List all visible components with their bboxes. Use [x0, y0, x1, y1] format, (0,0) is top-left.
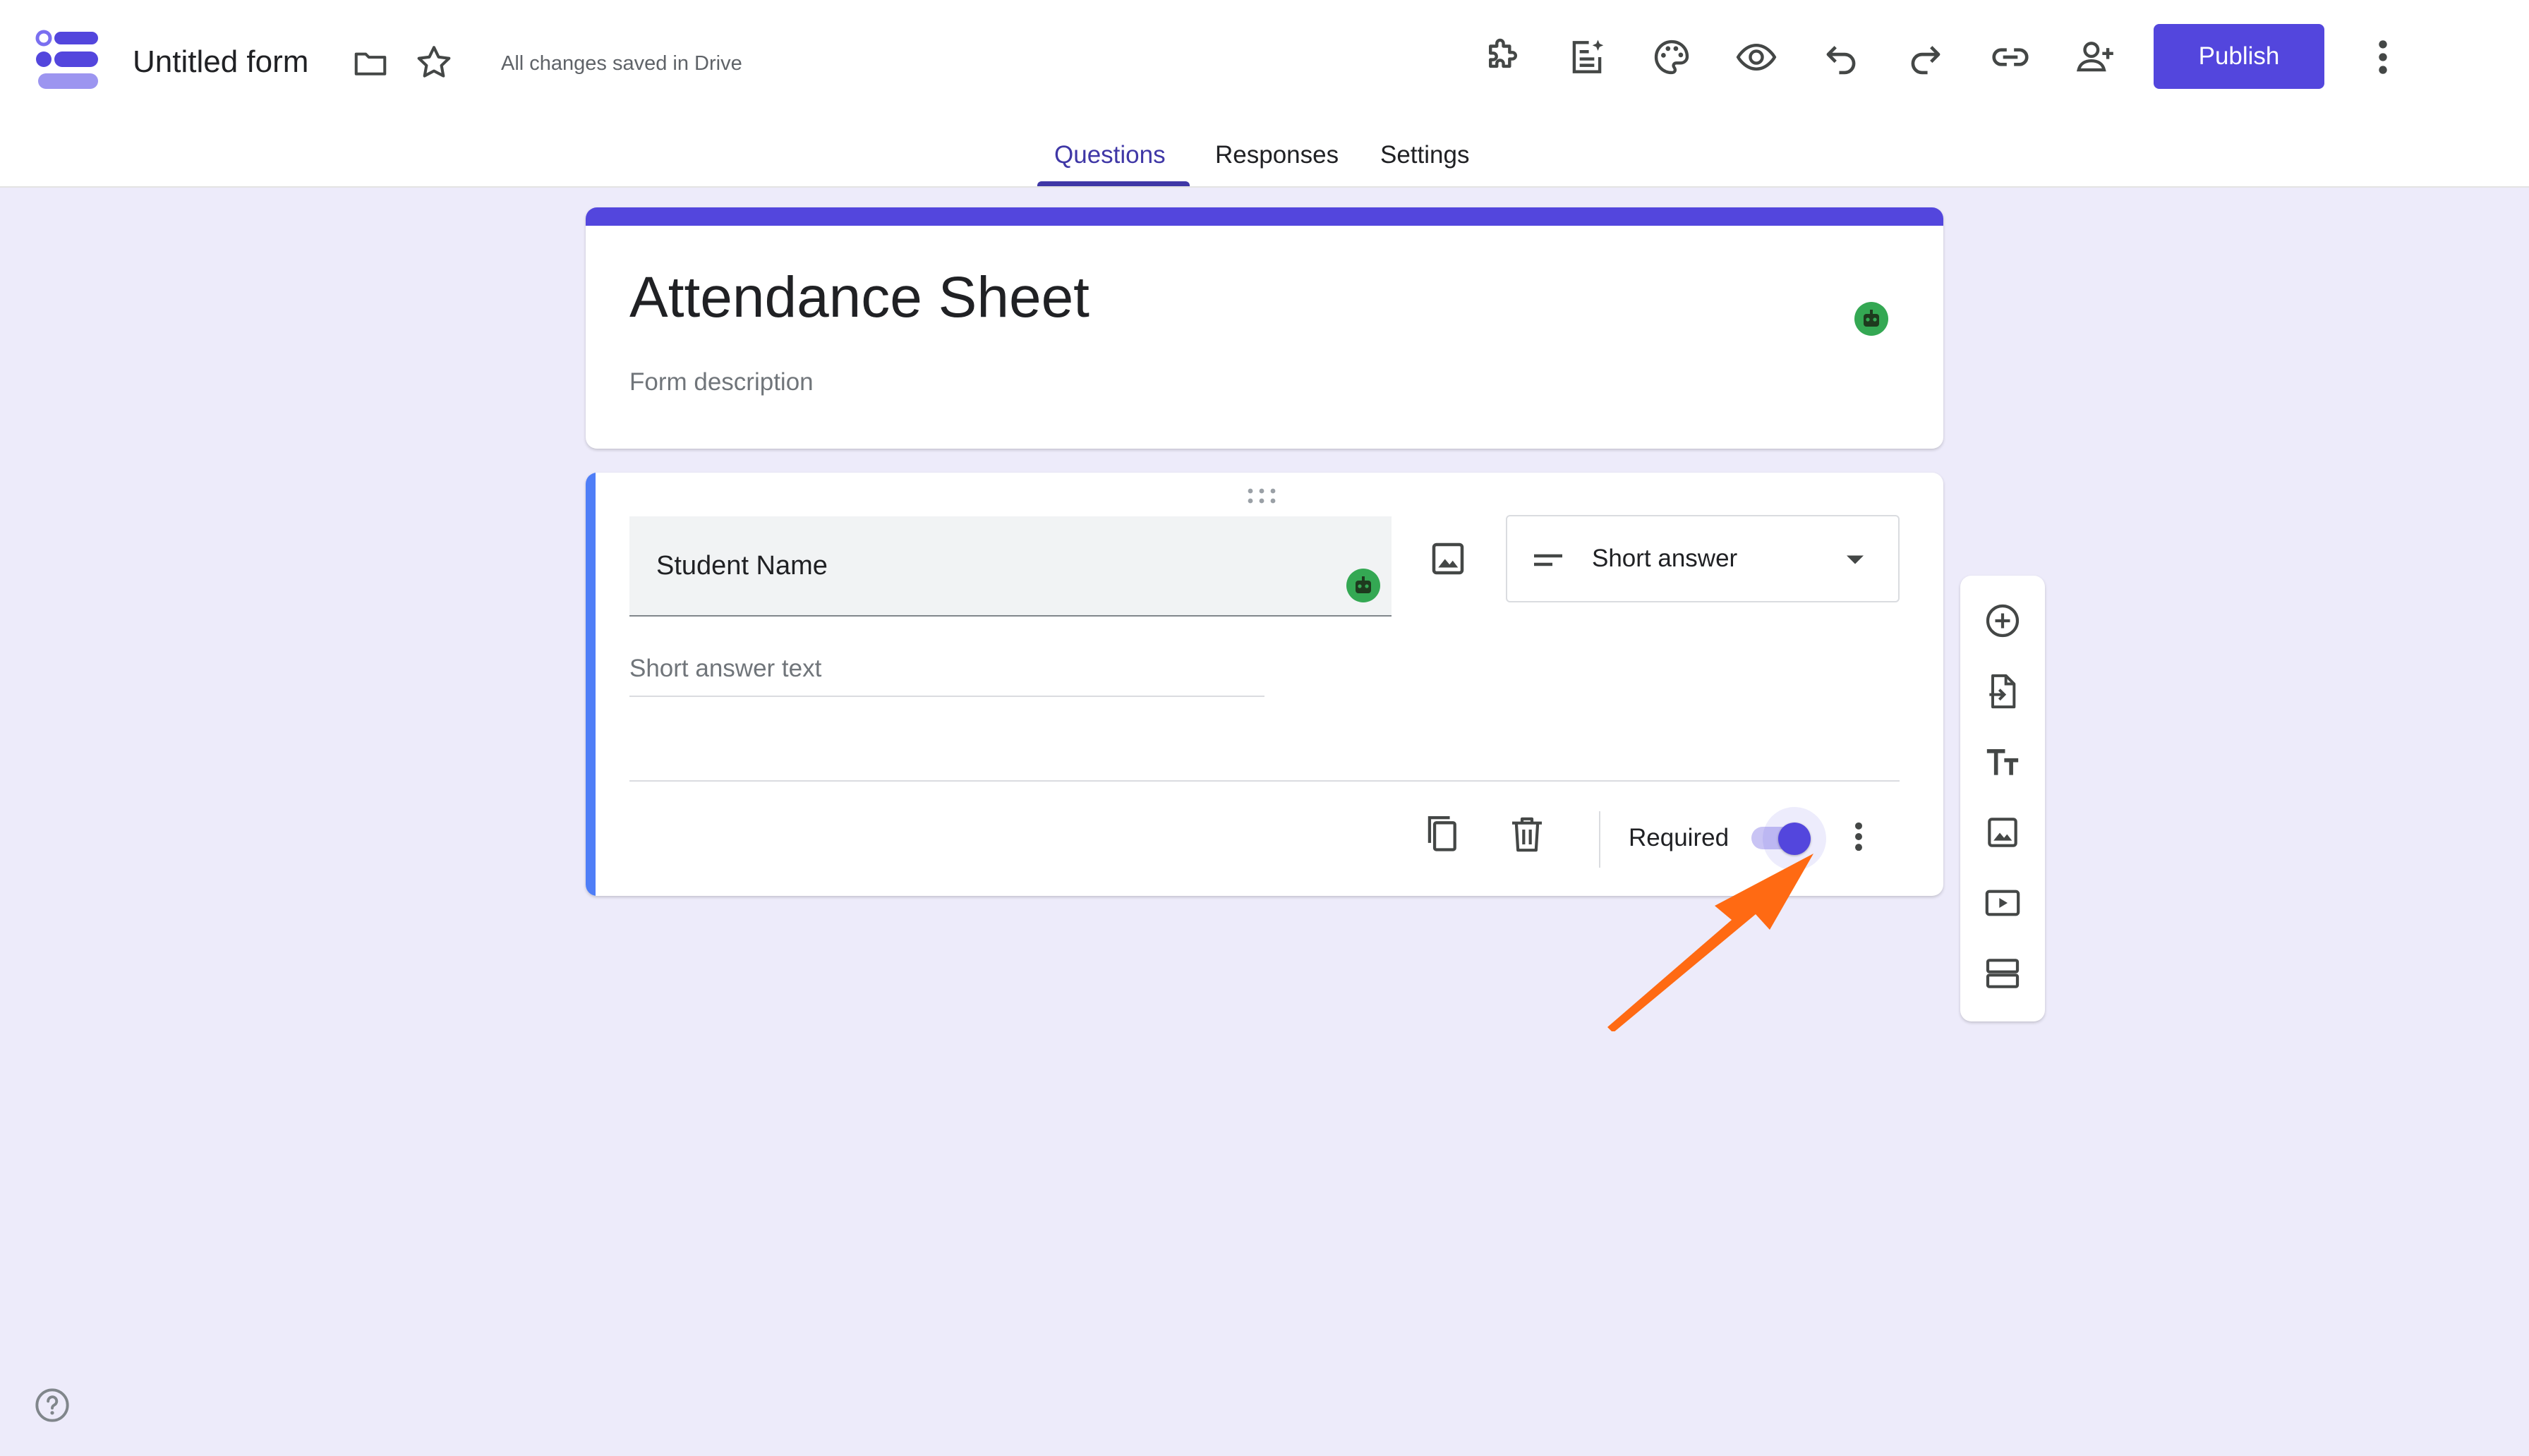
question-card-accent: [586, 473, 596, 896]
annotation-arrow-icon: [1607, 854, 1813, 1031]
link-icon[interactable]: [1988, 35, 2032, 79]
save-status: All changes saved in Drive: [501, 52, 742, 75]
active-tab-indicator: [1037, 181, 1190, 186]
document-title[interactable]: Untitled form: [133, 41, 308, 83]
short-text-icon: [1534, 554, 1562, 566]
drag-handle-icon[interactable]: [1245, 487, 1279, 505]
answer-underline: [629, 696, 1264, 697]
question-footer-divider: [629, 780, 1900, 782]
help-icon[interactable]: [34, 1387, 71, 1424]
form-title-card: Attendance Sheet Form description: [586, 207, 1943, 449]
chevron-down-icon: [1847, 555, 1864, 564]
ai-form-icon[interactable]: [1565, 35, 1609, 79]
question-type-label: Short answer: [1592, 545, 1738, 572]
question-title[interactable]: Student Name: [656, 549, 828, 583]
assistant-bot-icon[interactable]: [1853, 301, 1890, 337]
undo-icon[interactable]: [1819, 35, 1863, 79]
top-bar: Untitled form All changes saved in Drive: [0, 0, 2529, 188]
add-section-icon[interactable]: [1983, 954, 2022, 993]
form-title[interactable]: Attendance Sheet: [629, 262, 1090, 333]
assistant-bot-icon[interactable]: [1345, 567, 1382, 604]
duplicate-icon[interactable]: [1423, 813, 1463, 856]
star-icon[interactable]: [414, 42, 454, 83]
more-vert-icon[interactable]: [2365, 35, 2401, 79]
add-collaborator-icon[interactable]: [2073, 35, 2117, 79]
folder-icon[interactable]: [350, 44, 391, 82]
preview-eye-icon[interactable]: [1734, 35, 1778, 79]
add-image-icon[interactable]: [1983, 813, 2022, 852]
tab-settings[interactable]: Settings: [1380, 140, 1469, 171]
delete-icon[interactable]: [1507, 813, 1547, 856]
form-description-field[interactable]: Form description: [629, 367, 814, 398]
footer-vertical-divider: [1599, 811, 1600, 868]
short-answer-placeholder: Short answer text: [629, 655, 822, 682]
import-questions-icon[interactable]: [1983, 672, 2022, 711]
add-title-icon[interactable]: [1983, 742, 2022, 782]
add-image-icon[interactable]: [1427, 538, 1469, 580]
forms-logo-icon[interactable]: [35, 30, 102, 90]
publish-button[interactable]: Publish: [2154, 24, 2324, 89]
add-video-icon[interactable]: [1983, 883, 2022, 923]
add-question-icon[interactable]: [1983, 601, 2022, 641]
redo-icon[interactable]: [1904, 35, 1948, 79]
tab-responses[interactable]: Responses: [1215, 140, 1339, 171]
palette-icon[interactable]: [1650, 35, 1694, 79]
title-card-accent: [586, 207, 1943, 226]
addons-icon[interactable]: [1480, 35, 1524, 79]
question-more-options-icon[interactable]: [1845, 818, 1873, 855]
tab-questions[interactable]: Questions: [1054, 140, 1166, 171]
